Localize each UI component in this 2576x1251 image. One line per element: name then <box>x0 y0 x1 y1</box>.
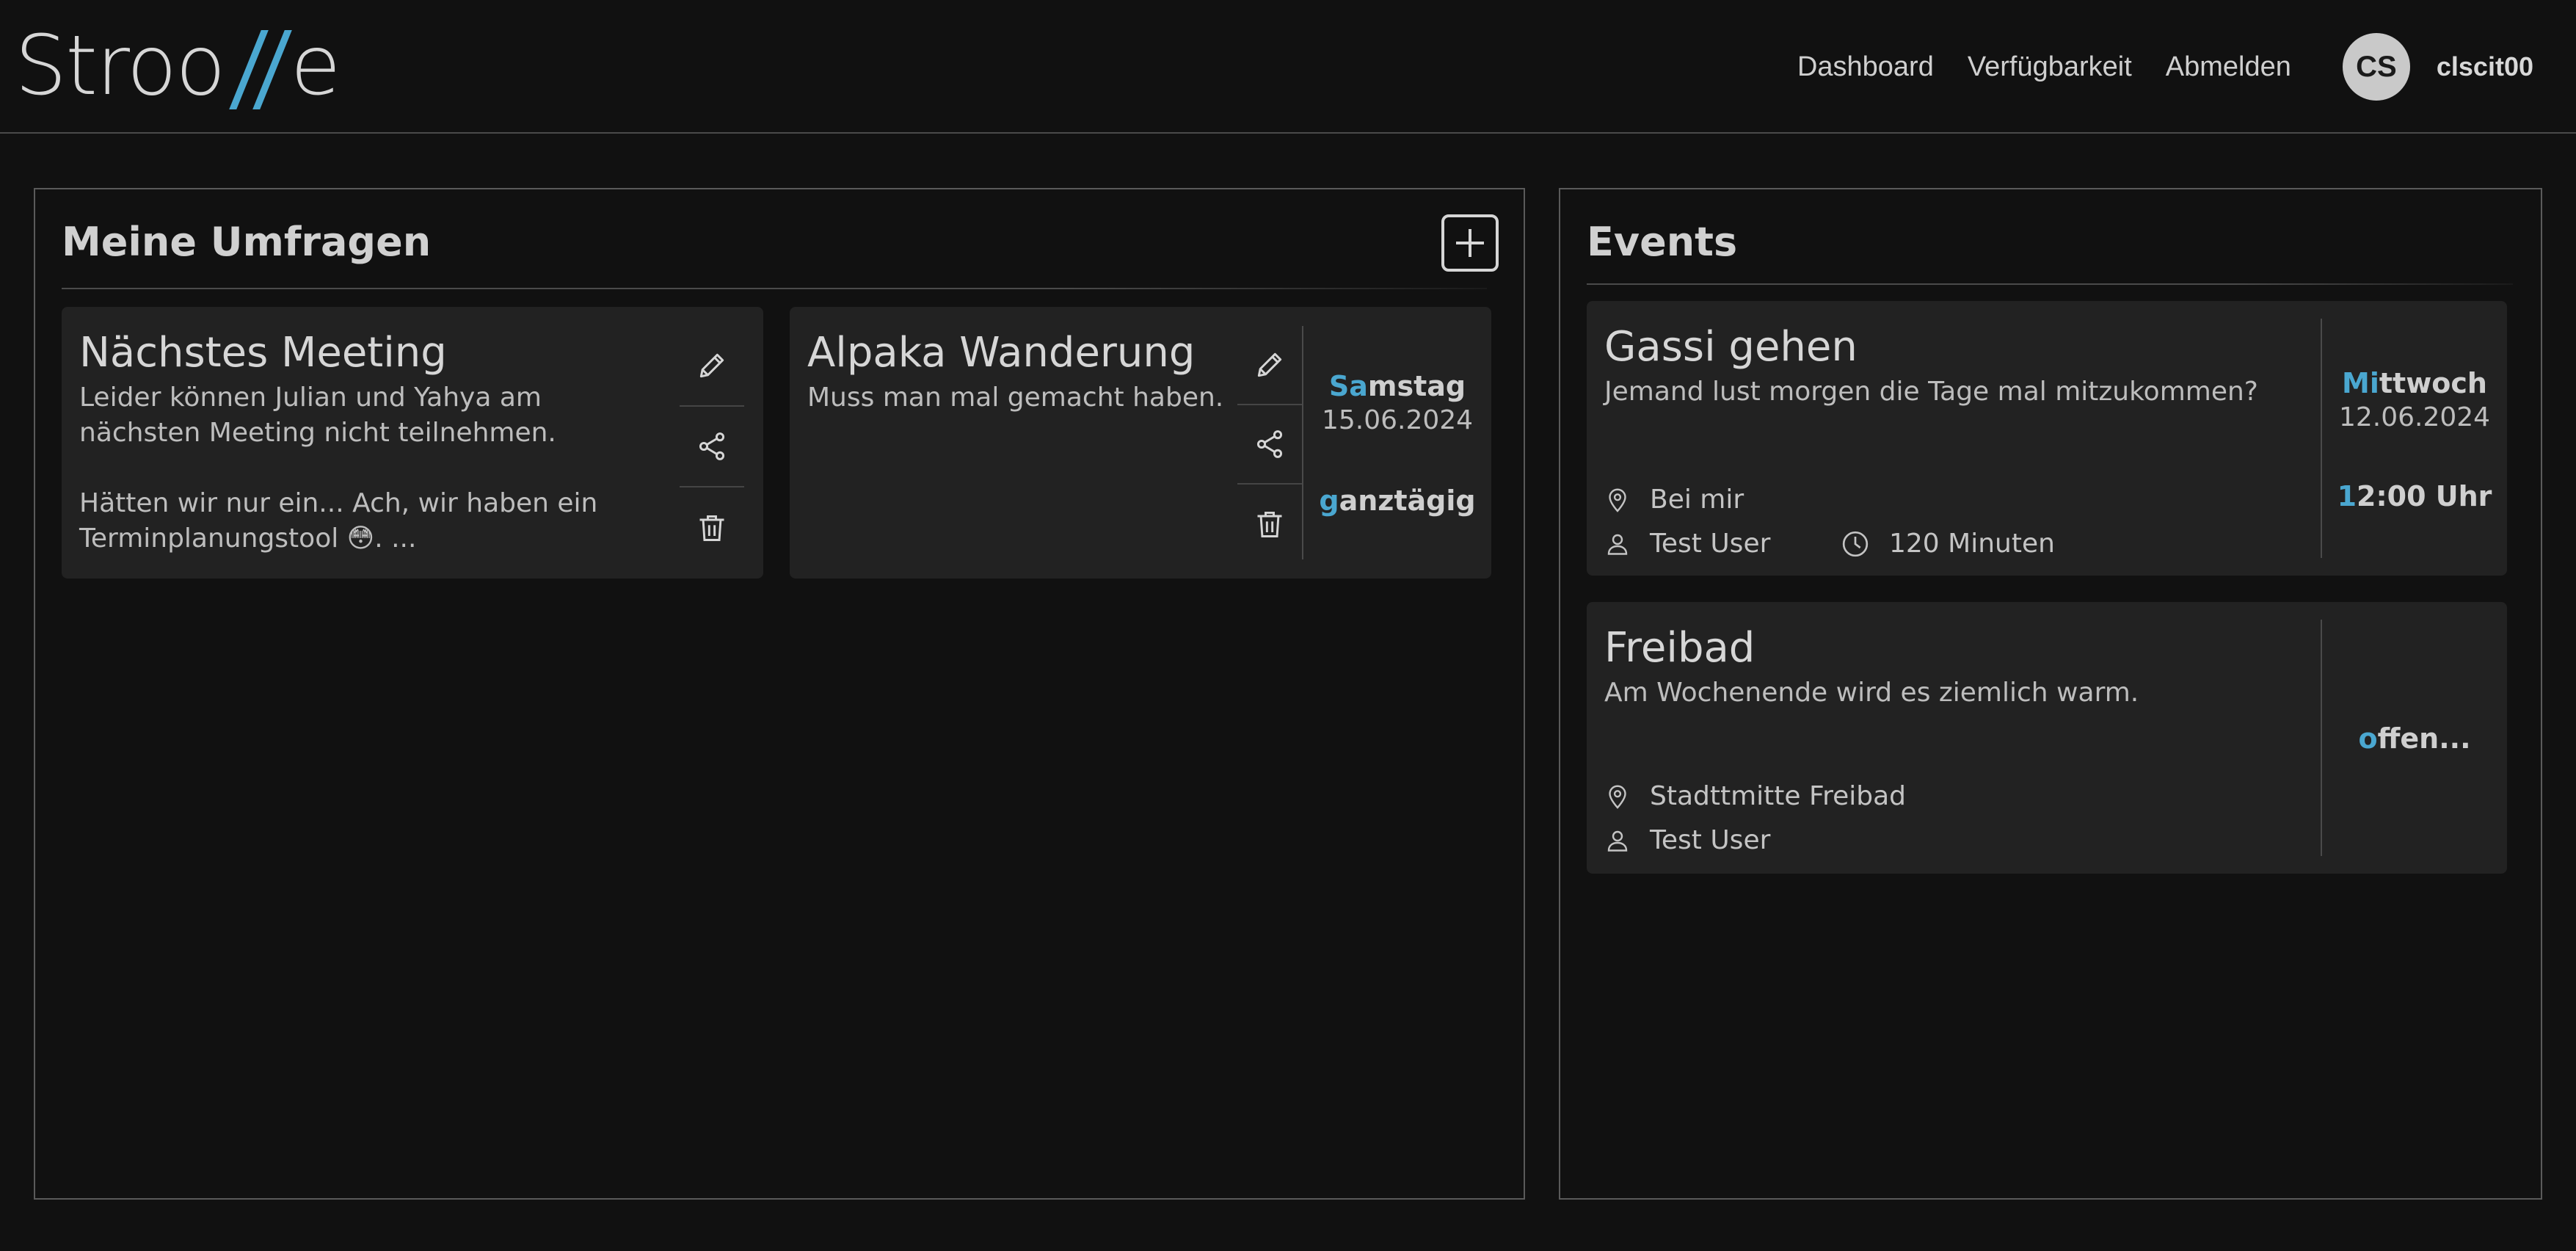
time-rest: 2:00 Uhr <box>2357 480 2492 512</box>
nav-verfuegbarkeit[interactable]: Verfügbarkeit <box>1968 51 2132 83</box>
event-description: Jemand lust morgen die Tage mal mitzukom… <box>1604 377 2258 407</box>
event-description: Am Wochenende wird es ziemlich warm. <box>1604 678 2139 708</box>
top-nav: Dashboard Verfügbarkeit Abmelden CS clsc… <box>1797 0 2576 134</box>
time-accent: g <box>1319 485 1339 517</box>
delete-button[interactable] <box>680 487 744 568</box>
user-icon <box>1607 534 1628 555</box>
poll-description: Muss man mal gemacht haben. <box>807 382 1224 413</box>
events-divider <box>1587 283 2513 285</box>
events-title: Events <box>1587 219 1738 265</box>
event-title: Freibad <box>1604 624 1755 672</box>
delete-button[interactable] <box>1237 485 1302 564</box>
logo-text-left: Stroo <box>15 18 226 114</box>
share-icon <box>699 432 725 460</box>
share-icon <box>1256 430 1283 458</box>
time-rest: anztägig <box>1339 485 1476 517</box>
location-text: Stadttmitte Freibad <box>1650 781 1907 811</box>
stroodle-logo[interactable]: Stroo e <box>15 18 341 114</box>
top-bar: Stroo e Dashboard Verfügbarkeit Abmelden… <box>0 0 2576 134</box>
user-text: Test User <box>1650 825 1771 855</box>
time-rest: ffen... <box>2377 722 2471 755</box>
trash-icon <box>1257 511 1282 537</box>
clock-icon <box>1842 531 1869 556</box>
event-duration: 120 Minuten <box>1841 529 2055 559</box>
avatar[interactable]: CS <box>2342 33 2410 101</box>
event-date: 12.06.2024 <box>2338 402 2491 432</box>
event-day: Mittwoch <box>2322 367 2507 399</box>
share-button[interactable] <box>680 407 744 487</box>
time-accent: o <box>2358 722 2378 755</box>
location-pin-icon <box>1609 488 1626 512</box>
event-location: Bei mir <box>1604 485 1744 515</box>
date-divider <box>2321 319 2322 558</box>
poll-date: 15.06.2024 <box>1321 405 1474 435</box>
event-title: Gassi gehen <box>1604 323 1858 371</box>
poll-time: ganztägig <box>1303 485 1491 517</box>
poll-actions <box>1237 326 1302 564</box>
nav-abmelden[interactable]: Abmelden <box>2166 51 2291 83</box>
poll-card[interactable]: Alpaka Wanderung Muss man mal gemacht ha… <box>790 307 1491 579</box>
polls-title: Meine Umfragen <box>62 219 432 265</box>
plus-icon <box>1456 229 1484 257</box>
logo-slashes <box>226 26 292 109</box>
time-accent: 1 <box>2337 480 2357 512</box>
polls-panel: Meine Umfragen Nächstes Meeting Leider k… <box>34 188 1525 1200</box>
event-card[interactable]: Gassi gehen Jemand lust morgen die Tage … <box>1587 301 2507 576</box>
share-button[interactable] <box>1237 405 1302 485</box>
location-pin-icon <box>1609 785 1626 809</box>
poll-title: Alpaka Wanderung <box>807 329 1196 377</box>
location-text: Bei mir <box>1650 485 1744 515</box>
polls-divider <box>62 288 1487 289</box>
logo-text-right: e <box>290 18 341 114</box>
trash-icon <box>699 515 724 541</box>
edit-button[interactable] <box>680 326 744 407</box>
poll-description: Leider können Julian und Yahya am nächst… <box>79 382 598 554</box>
user-icon <box>1607 830 1628 852</box>
event-user: Test User <box>1604 825 1770 855</box>
event-time: 12:00 Uhr <box>2322 480 2507 512</box>
event-time: offen... <box>2322 722 2507 755</box>
day-rest: ttwoch <box>2379 367 2487 399</box>
day-rest: mstag <box>1367 370 1466 402</box>
duration-text: 120 Minuten <box>1889 529 2055 559</box>
events-panel: Events Gassi gehen Jemand lust morgen di… <box>1559 188 2542 1200</box>
day-accent: Mi <box>2342 367 2379 399</box>
day-accent: Sa <box>1328 370 1368 402</box>
username[interactable]: clscit00 <box>2437 51 2533 82</box>
poll-actions <box>680 326 744 568</box>
poll-title: Nächstes Meeting <box>79 329 447 377</box>
event-user: Test User <box>1604 529 1770 559</box>
user-text: Test User <box>1650 529 1771 559</box>
nav-dashboard[interactable]: Dashboard <box>1797 51 1934 83</box>
date-divider <box>1302 326 1303 559</box>
event-card[interactable]: Freibad Am Wochenende wird es ziemlich w… <box>1587 602 2507 874</box>
poll-card[interactable]: Nächstes Meeting Leider können Julian un… <box>62 307 763 579</box>
edit-icon <box>1257 352 1282 377</box>
edit-button[interactable] <box>1237 326 1302 405</box>
edit-icon <box>699 353 724 378</box>
poll-day: Samstag <box>1303 370 1491 402</box>
add-poll-button[interactable] <box>1441 214 1499 272</box>
event-location: Stadttmitte Freibad <box>1604 781 1906 811</box>
